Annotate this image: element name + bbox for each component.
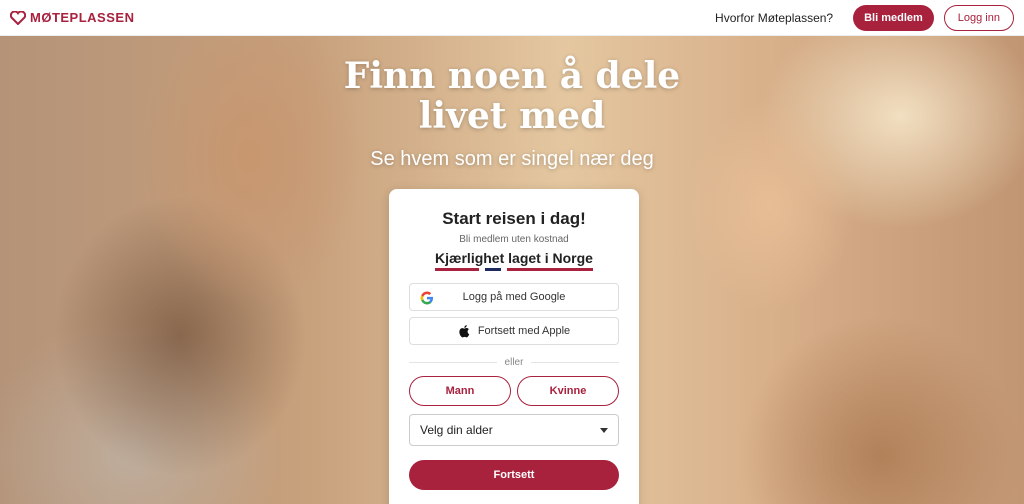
female-button[interactable]: Kvinne <box>517 376 619 406</box>
brand-logo[interactable]: MØTEPLASSEN <box>10 10 134 25</box>
login-button[interactable]: Logg inn <box>943 4 1014 31</box>
gender-selector: Mann Kvinne <box>409 376 619 406</box>
age-select[interactable]: Velg din alder <box>409 414 619 446</box>
hero-title-line-1: Finn noen å dele <box>343 55 681 97</box>
card-subtitle: Bli medlem uten kostnad <box>459 234 569 245</box>
brand-name: MØTEPLASSEN <box>30 10 135 25</box>
card-tagline: Kjærlighet laget i Norge <box>435 250 593 266</box>
why-link[interactable]: Hvorfor Møteplassen? <box>715 11 833 25</box>
male-button[interactable]: Mann <box>409 376 511 406</box>
or-divider-label: eller <box>504 357 524 368</box>
google-login-button[interactable]: Logg på med Google <box>409 283 619 311</box>
or-divider: eller <box>409 357 619 368</box>
heart-logo-icon <box>10 10 26 25</box>
apple-login-button[interactable]: Fortsett med Apple <box>409 317 619 345</box>
card-title: Start reisen i dag! <box>442 209 586 228</box>
hero-title-line-2: livet med <box>418 95 606 137</box>
signup-card: Start reisen i dag! Bli medlem uten kost… <box>389 189 639 504</box>
age-select-label: Velg din alder <box>420 423 493 437</box>
hero-subtitle: Se hvem som er singel nær deg <box>370 148 654 170</box>
join-button[interactable]: Bli medlem <box>853 4 934 31</box>
apple-login-label: Fortsett med Apple <box>477 325 571 337</box>
google-icon <box>420 291 433 305</box>
apple-icon <box>459 325 470 338</box>
hero-title: Finn noen å dele livet med <box>0 56 1024 136</box>
top-navigation-bar: MØTEPLASSEN Hvorfor Møteplassen? Bli med… <box>0 0 1024 36</box>
caret-down-icon <box>600 428 608 433</box>
continue-button[interactable]: Fortsett <box>409 460 619 490</box>
flag-underline <box>409 268 619 271</box>
google-login-label: Logg på med Google <box>462 291 566 303</box>
